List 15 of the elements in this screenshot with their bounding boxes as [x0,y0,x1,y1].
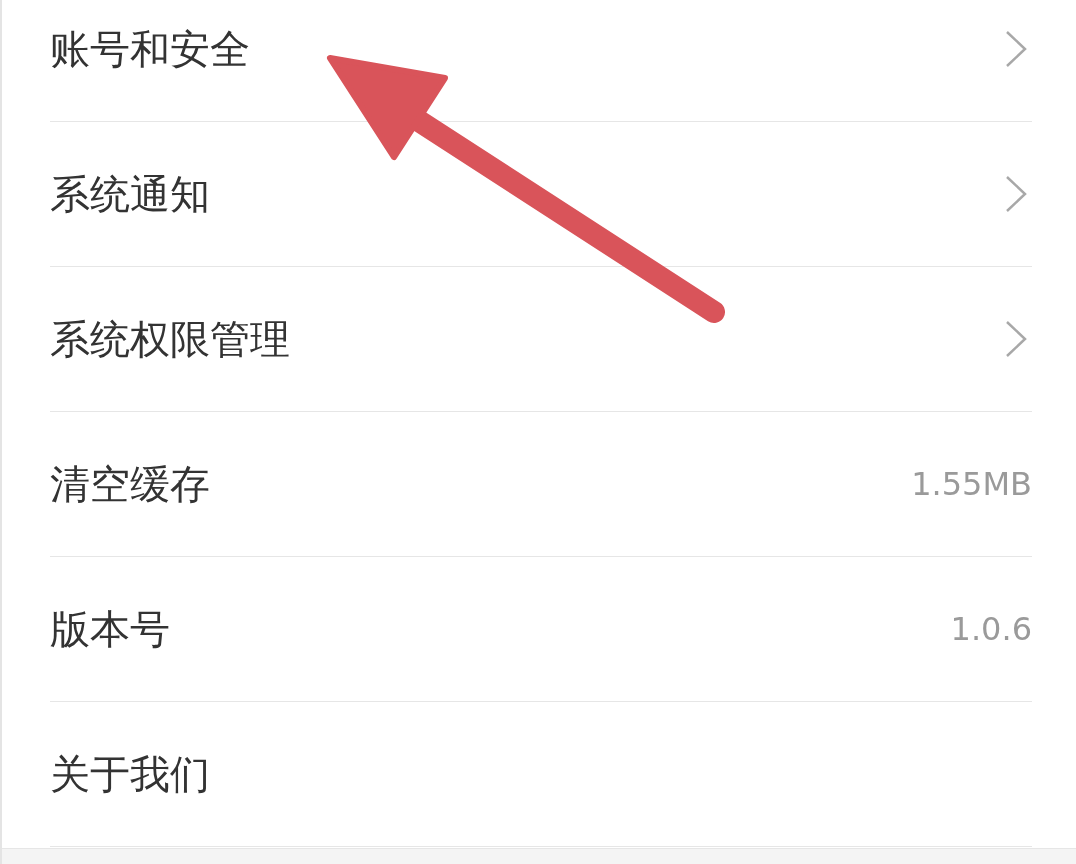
settings-row[interactable]: 系统权限管理 [50,267,1032,412]
row-value: 1.55MB [911,464,1032,505]
row-label: 关于我们 [50,750,210,799]
settings-row[interactable]: 版本号 1.0.6 [50,557,1032,702]
settings-row[interactable]: 关于我们 [50,702,1032,847]
row-label: 系统通知 [50,170,210,219]
row-label: 账号和安全 [50,25,250,74]
row-label: 版本号 [50,605,170,654]
row-label: 系统权限管理 [50,315,290,364]
settings-row[interactable]: 清空缓存 1.55MB [50,412,1032,557]
row-value: 1.0.6 [950,609,1032,650]
chevron-right-icon [1004,174,1028,214]
chevron-right-icon [1004,29,1028,69]
chevron-right-icon [1004,319,1028,359]
row-label: 清空缓存 [50,460,210,509]
